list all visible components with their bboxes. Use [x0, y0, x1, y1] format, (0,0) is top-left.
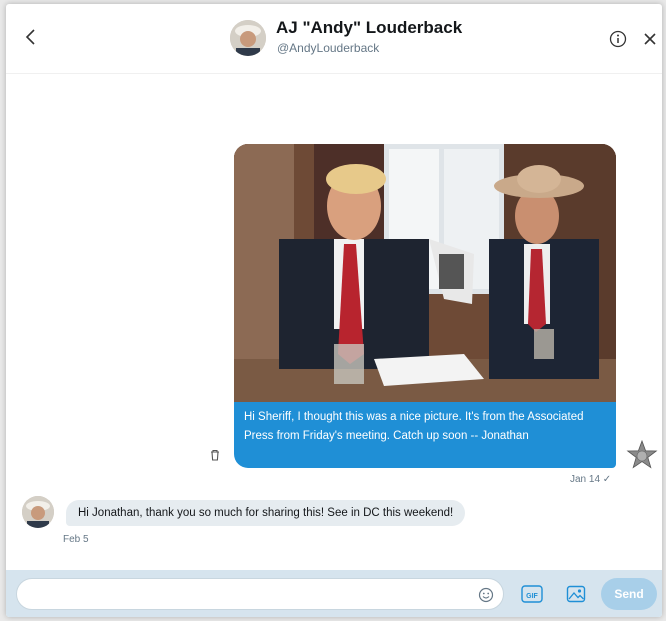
- contact-name[interactable]: AJ "Andy" Louderback: [276, 18, 462, 38]
- gif-label: GIF: [526, 593, 538, 600]
- conversation-header: AJ "Andy" Louderback @AndyLouderback: [6, 4, 662, 74]
- header-avatar[interactable]: [230, 20, 266, 56]
- shared-photo[interactable]: [234, 144, 616, 402]
- contact-handle: @AndyLouderback: [277, 41, 380, 55]
- sheriff-star-avatar[interactable]: [626, 440, 658, 472]
- incoming-avatar[interactable]: [22, 496, 54, 528]
- outgoing-timestamp: Jan 14 ✓: [570, 474, 612, 485]
- incoming-timestamp: Feb 5: [63, 534, 89, 545]
- back-chevron-icon[interactable]: [20, 26, 42, 48]
- emoji-icon[interactable]: [478, 587, 494, 603]
- trash-icon[interactable]: [208, 448, 222, 462]
- dm-window: AJ "Andy" Louderback @AndyLouderback Hi …: [6, 4, 662, 617]
- message-composer: GIF Send: [6, 570, 662, 617]
- close-icon[interactable]: [642, 31, 658, 47]
- image-icon[interactable]: [566, 584, 586, 604]
- gif-button[interactable]: GIF: [521, 584, 543, 604]
- send-button[interactable]: Send: [601, 578, 657, 610]
- outgoing-message[interactable]: Hi Sheriff, I thought this was a nice pi…: [234, 402, 616, 468]
- message-input[interactable]: [16, 578, 504, 610]
- info-icon[interactable]: [609, 30, 627, 48]
- incoming-message[interactable]: Hi Jonathan, thank you so much for shari…: [66, 500, 466, 526]
